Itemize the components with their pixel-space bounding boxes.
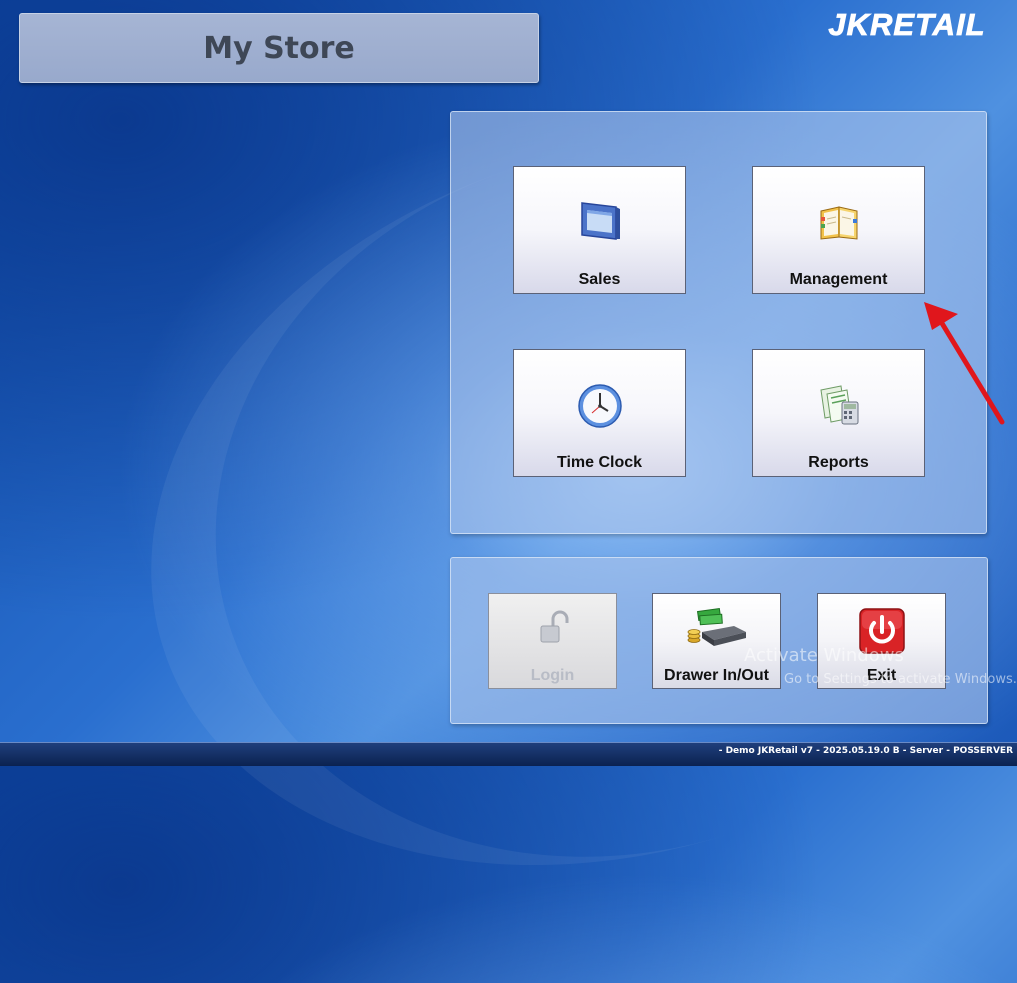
monitor-window-icon <box>580 202 620 240</box>
annotation-arrow-icon <box>924 302 1005 425</box>
drawer-in-out-button[interactable]: Drawer In/Out <box>652 593 781 689</box>
exit-button[interactable]: Exit <box>817 593 946 689</box>
reports-label: Reports <box>808 454 869 471</box>
svg-text:JKRETAIL: JKRETAIL <box>828 7 985 42</box>
version-info: - Demo JKRetail v7 - 2025.05.19.0 B - Se… <box>718 746 1013 756</box>
store-title-banner: My Store <box>19 13 539 83</box>
day-planner-book-icon <box>820 206 857 240</box>
time-clock-label: Time Clock <box>556 454 643 471</box>
management-label: Management <box>789 271 888 288</box>
sales-button[interactable]: Sales <box>513 166 686 294</box>
management-button[interactable]: Management <box>752 166 925 294</box>
main-menu-panel: Sales Management Time Clock Reports <box>450 111 987 534</box>
status-bar: - Demo JKRetail v7 - 2025.05.19.0 B - Se… <box>0 742 1017 766</box>
store-name: My Store <box>203 30 355 66</box>
actions-panel: Login Drawer In/Out Exit <box>450 557 988 724</box>
cash-drawer-icon <box>687 607 746 646</box>
padlock-open-icon <box>540 610 568 643</box>
jkretail-logo: JKRETAIL <box>828 7 985 43</box>
power-icon <box>858 608 905 654</box>
clock-icon <box>577 384 622 428</box>
exit-label: Exit <box>866 667 897 684</box>
reports-calculator-icon <box>819 385 858 425</box>
reports-button[interactable]: Reports <box>752 349 925 477</box>
login-label: Login <box>530 667 575 684</box>
drawer-in-out-label: Drawer In/Out <box>664 667 769 684</box>
sales-label: Sales <box>578 271 621 288</box>
login-button[interactable]: Login <box>488 593 617 689</box>
time-clock-button[interactable]: Time Clock <box>513 349 686 477</box>
